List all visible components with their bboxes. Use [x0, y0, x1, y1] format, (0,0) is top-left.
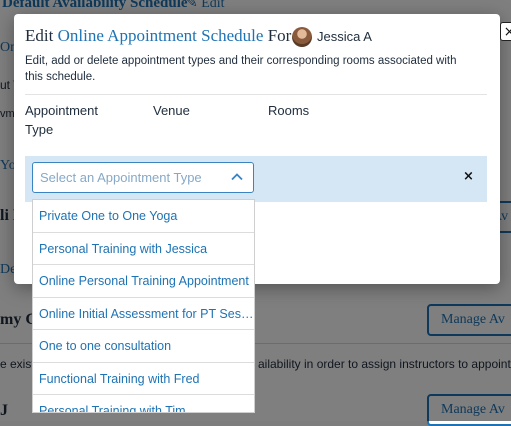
select-placeholder: Select an Appointment Type — [40, 170, 202, 185]
title-for: For — [267, 26, 292, 45]
dropdown-option[interactable]: One to one consultation — [33, 330, 254, 363]
dropdown-option[interactable]: Personal Training with Jessica — [33, 233, 254, 265]
column-venue: Venue — [153, 103, 190, 118]
dropdown-option[interactable]: Online Initial Assessment for PT Session — [33, 298, 254, 330]
dropdown-option[interactable]: Online Personal Training Appointment — [33, 265, 254, 298]
column-appointment-type: Appointment Type — [25, 103, 98, 137]
appointment-type-dropdown: Private One to One Yoga Personal Trainin… — [32, 199, 255, 413]
title-prefix: Edit — [25, 26, 54, 45]
dropdown-option[interactable]: Private One to One Yoga — [33, 200, 254, 233]
modal-title: Edit Online Appointment Schedule For — [25, 26, 291, 46]
divider — [25, 94, 487, 95]
modal-description: Edit, add or delete appointment types an… — [25, 55, 457, 83]
appointment-type-select[interactable]: Select an Appointment Type — [32, 162, 254, 193]
close-icon[interactable]: × — [500, 22, 511, 41]
dropdown-option[interactable]: Personal Training with Tim — [33, 395, 254, 412]
avatar — [292, 27, 312, 47]
schedule-name: Online Appointment Schedule — [57, 26, 264, 45]
chevron-up-icon — [231, 173, 243, 181]
column-rooms: Rooms — [268, 103, 310, 118]
appointment-row: Select an Appointment Type × — [25, 156, 487, 202]
remove-row-icon[interactable]: × — [463, 169, 474, 184]
user-name: Jessica A — [317, 29, 372, 44]
dropdown-option[interactable]: Functional Training with Fred — [33, 363, 254, 395]
